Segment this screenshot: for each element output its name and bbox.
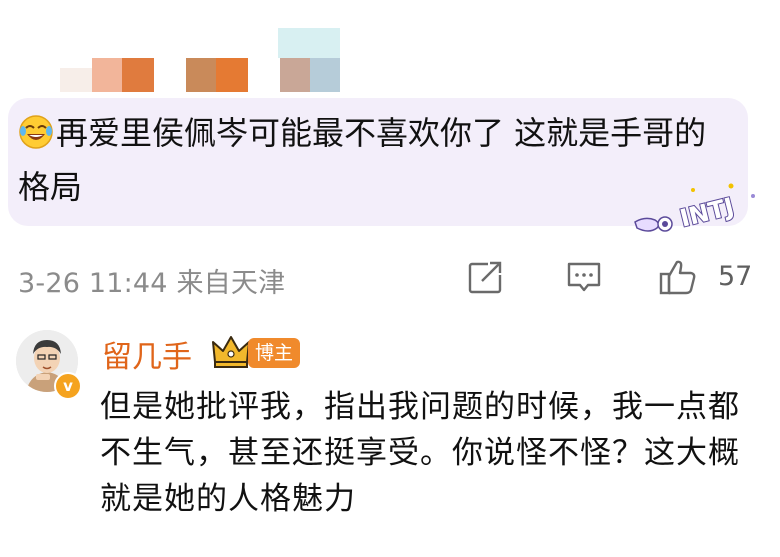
reply-text: 但是她批评我，指出我问题的时候，我一点都不生气，甚至还挺享受。你说怪不怪？这大概… <box>100 389 740 517</box>
share-icon[interactable] <box>466 257 506 297</box>
comment-meta-text: 3-26 11:44 来自天津 <box>18 261 285 300</box>
comment-text: 再爱里侯佩岑可能最不喜欢你了 这就是手哥的格局 <box>18 114 707 206</box>
like-icon[interactable] <box>658 257 698 297</box>
comment-meta-row: 3-26 11:44 来自天津 57 <box>18 255 758 300</box>
intj-decoration-text: INTJ <box>677 192 736 232</box>
author-badge: 博主 <box>248 338 301 368</box>
laughing-tears-emoji-icon <box>18 114 54 150</box>
verified-badge-icon: v <box>54 372 82 400</box>
intj-decoration-icon: INTJ <box>627 178 762 236</box>
timestamp: 3-26 11:44 <box>18 268 168 299</box>
comment-icon[interactable] <box>564 257 604 297</box>
location: 来自天津 <box>176 268 286 299</box>
like-count: 57 <box>718 261 753 292</box>
mosaic-blurred-username <box>0 0 780 100</box>
reply-author-name[interactable]: 留几手 <box>102 332 192 376</box>
crown-icon <box>210 332 252 370</box>
